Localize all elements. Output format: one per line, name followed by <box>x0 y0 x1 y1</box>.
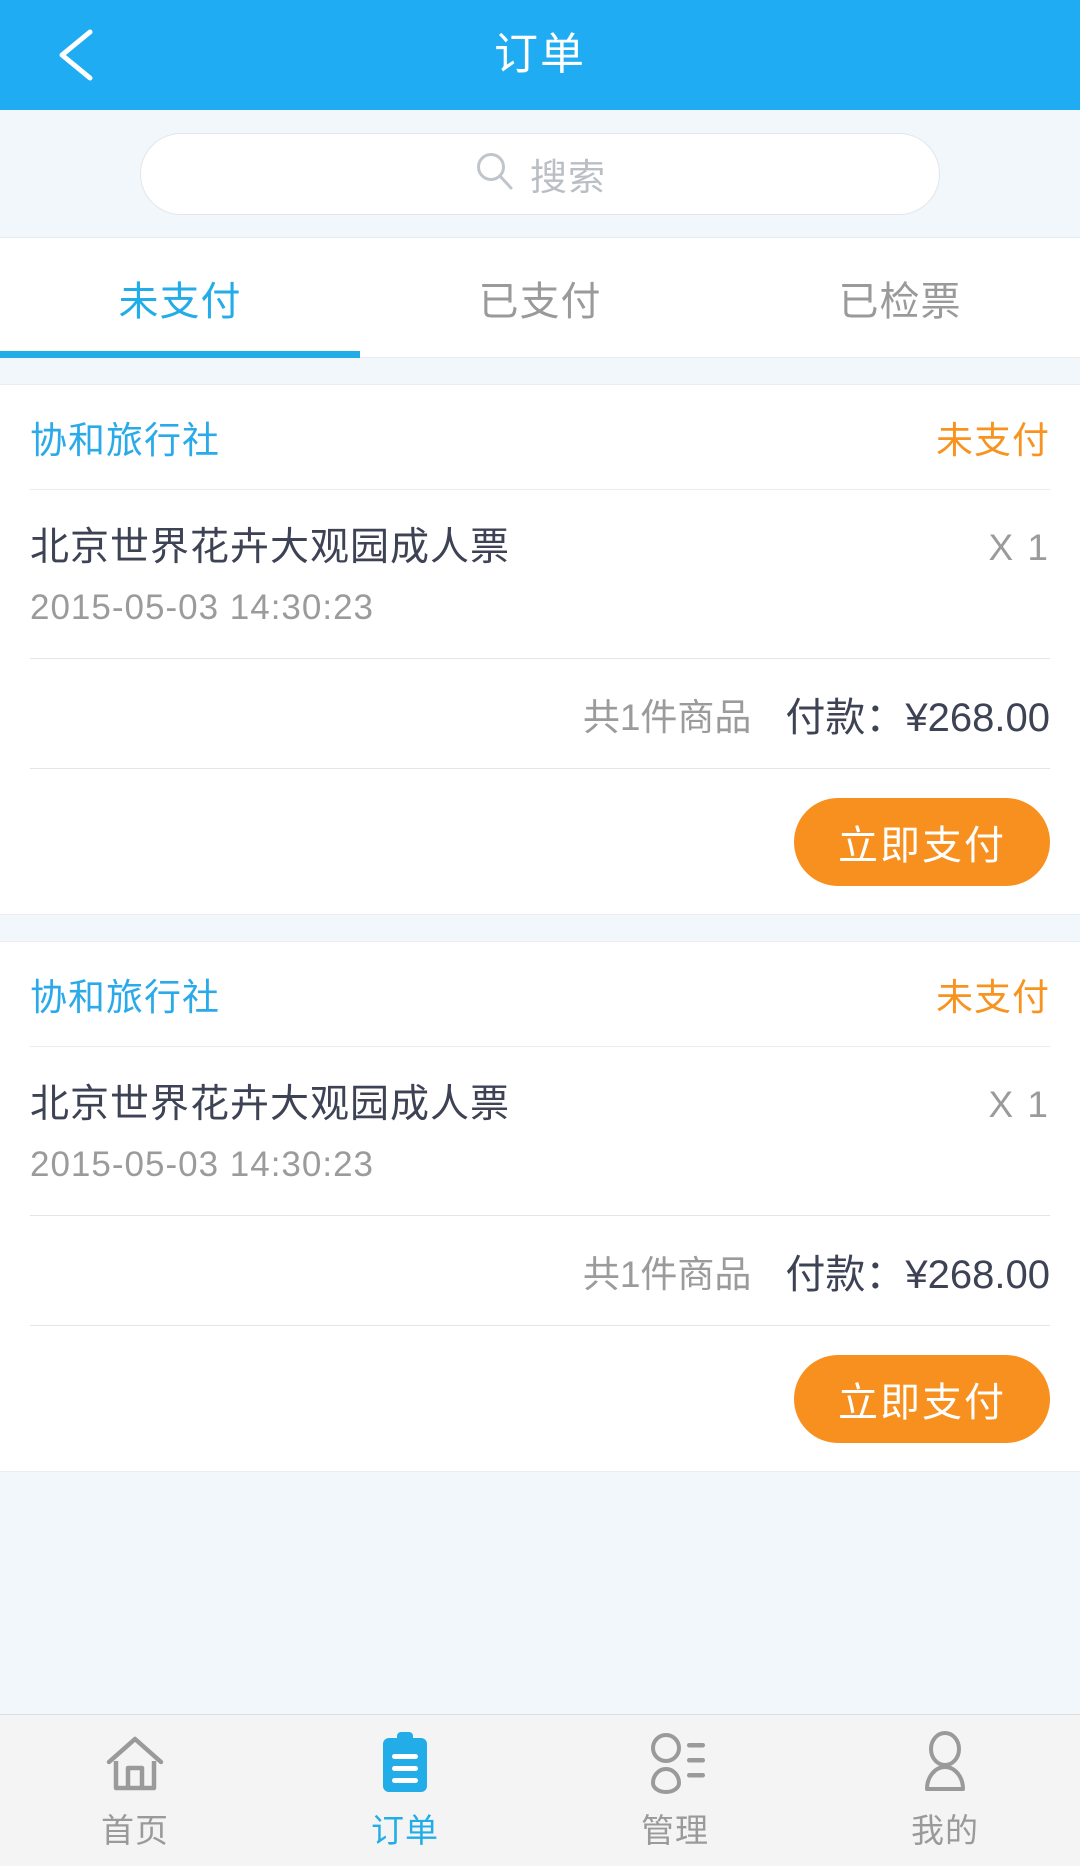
page-title: 订单 <box>494 30 586 79</box>
vendor-name[interactable]: 协和旅行社 <box>30 967 220 1021</box>
item-timestamp: 2015-05-03 14:30:23 <box>30 588 374 627</box>
nav-label-manage: 管理 <box>641 1811 709 1849</box>
nav-item-profile[interactable]: 我的 <box>810 1715 1080 1866</box>
order-status-tabs: 未支付 已支付 已检票 <box>0 238 1080 358</box>
back-button[interactable] <box>24 0 134 110</box>
item-count: 共1件商品 <box>582 696 752 738</box>
list-gap <box>0 358 1080 384</box>
pay-now-button[interactable]: 立即支付 <box>794 1354 1050 1443</box>
order-item: 北京世界花卉大观园成人票 X 1 2015-05-03 14:30:23 <box>30 490 1050 658</box>
nav-item-manage[interactable]: 管理 <box>540 1715 810 1866</box>
status-badge: 未支付 <box>936 977 1050 1018</box>
order-item-top: 北京世界花卉大观园成人票 X 1 <box>30 1073 1050 1129</box>
order-total-row: 共1件商品 付款：¥268.00 <box>30 1215 1050 1325</box>
item-timestamp: 2015-05-03 14:30:23 <box>30 1145 374 1184</box>
order-item: 北京世界花卉大观园成人票 X 1 2015-05-03 14:30:23 <box>30 1047 1050 1215</box>
users-list-icon <box>640 1730 710 1796</box>
status-badge: 未支付 <box>936 420 1050 461</box>
item-count: 共1件商品 <box>582 1253 752 1295</box>
order-card-header: 协和旅行社 未支付 <box>30 942 1050 1047</box>
nav-item-home[interactable]: 首页 <box>0 1715 270 1866</box>
item-quantity: X 1 <box>988 527 1050 568</box>
item-quantity: X 1 <box>988 1084 1050 1125</box>
header-bar: 订单 <box>0 0 1080 110</box>
search-area: 搜索 <box>0 110 1080 238</box>
order-actions: 立即支付 <box>30 768 1050 914</box>
order-list: 协和旅行社 未支付 北京世界花卉大观园成人票 X 1 2015-05-03 14… <box>0 358 1080 1714</box>
pay-now-button[interactable]: 立即支付 <box>794 797 1050 886</box>
vendor-name[interactable]: 协和旅行社 <box>30 410 220 464</box>
tab-paid[interactable]: 已支付 <box>360 238 720 357</box>
order-card[interactable]: 协和旅行社 未支付 北京世界花卉大观园成人票 X 1 2015-05-03 14… <box>0 384 1080 915</box>
search-icon <box>474 150 516 197</box>
search-placeholder: 搜索 <box>530 156 606 198</box>
home-icon <box>103 1730 167 1796</box>
bottom-navigation: 首页 订单 管理 我的 <box>0 1714 1080 1866</box>
order-total-row: 共1件商品 付款：¥268.00 <box>30 658 1050 768</box>
person-icon <box>915 1730 975 1796</box>
item-name: 北京世界花卉大观园成人票 <box>30 526 511 569</box>
nav-label-profile: 我的 <box>911 1811 979 1849</box>
total-amount: 付款：¥268.00 <box>785 1252 1050 1297</box>
order-actions: 立即支付 <box>30 1325 1050 1471</box>
nav-label-home: 首页 <box>101 1811 169 1849</box>
clipboard-icon <box>377 1730 433 1796</box>
order-card[interactable]: 协和旅行社 未支付 北京世界花卉大观园成人票 X 1 2015-05-03 14… <box>0 941 1080 1472</box>
list-gap <box>0 915 1080 941</box>
order-item-top: 北京世界花卉大观园成人票 X 1 <box>30 516 1050 572</box>
tab-checked[interactable]: 已检票 <box>720 238 1080 357</box>
nav-label-orders: 订单 <box>371 1811 439 1849</box>
item-name: 北京世界花卉大观园成人票 <box>30 1083 511 1126</box>
search-input[interactable]: 搜索 <box>140 132 940 215</box>
order-card-header: 协和旅行社 未支付 <box>30 385 1050 490</box>
arrow-left-icon <box>46 22 112 88</box>
total-amount: 付款：¥268.00 <box>785 695 1050 740</box>
nav-item-orders[interactable]: 订单 <box>270 1715 540 1866</box>
tab-unpaid[interactable]: 未支付 <box>0 238 360 358</box>
app-screen: 订单 搜索 未支付 已支付 已检票 协和旅行社 未支付 北京世界花卉大观园成人票… <box>0 0 1080 1866</box>
list-gap <box>0 1472 1080 1498</box>
